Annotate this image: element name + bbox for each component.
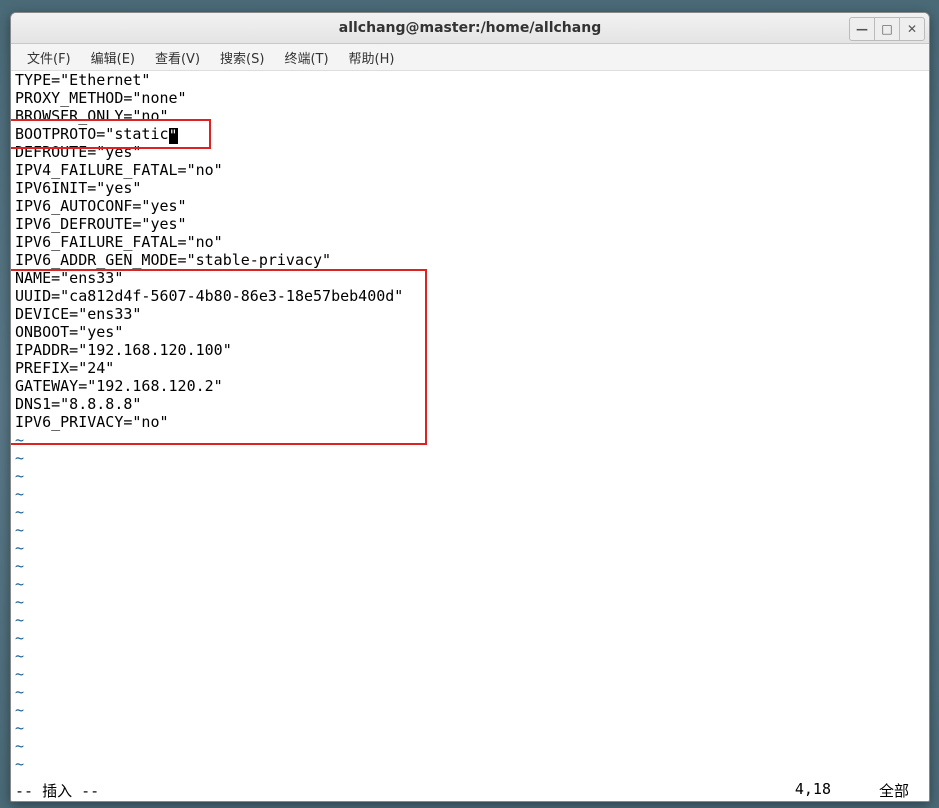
editor-line: TYPE="Ethernet" [15,71,925,89]
menu-label: 终端(T) [284,52,328,67]
editor-line: UUID="ca812d4f-5607-4b80-86e3-18e57beb40… [15,287,925,305]
vim-tilde-line: ~ [15,683,925,701]
close-button[interactable]: ✕ [899,17,925,41]
menu-search[interactable]: 搜索(S) [210,46,274,69]
editor-line: NAME="ens33" [15,269,925,287]
editor-line: PROXY_METHOD="none" [15,89,925,107]
editor-line: IPADDR="192.168.120.100" [15,341,925,359]
menu-label: 文件(F) [27,52,71,67]
editor-line: DNS1="8.8.8.8" [15,395,925,413]
editor-line: IPV6_ADDR_GEN_MODE="stable-privacy" [15,251,925,269]
vim-tilde-line: ~ [15,557,925,575]
menu-terminal[interactable]: 终端(T) [274,46,338,69]
editor-line: PREFIX="24" [15,359,925,377]
minimize-icon: — [856,22,868,36]
vim-tilde-line: ~ [15,431,925,449]
editor-line: IPV6_DEFROUTE="yes" [15,215,925,233]
vim-tilde-line: ~ [15,449,925,467]
vim-tilde-line: ~ [15,593,925,611]
menu-file[interactable]: 文件(F) [17,46,81,69]
vim-scroll-indicator: 全部 [879,780,909,801]
editor-line: GATEWAY="192.168.120.2" [15,377,925,395]
menu-label: 帮助(H) [349,52,395,67]
titlebar[interactable]: allchang@master:/home/allchang — □ ✕ [11,13,929,44]
vim-tilde-line: ~ [15,701,925,719]
vim-tilde-line: ~ [15,467,925,485]
menu-help[interactable]: 帮助(H) [339,46,405,69]
editor-line: IPV4_FAILURE_FATAL="no" [15,161,925,179]
vim-tilde-line: ~ [15,575,925,593]
vim-tilde-line: ~ [15,647,925,665]
vim-tilde-line: ~ [15,737,925,755]
vim-mode: -- 插入 -- [15,780,99,801]
close-icon: ✕ [907,22,917,36]
terminal-window: allchang@master:/home/allchang — □ ✕ 文件(… [10,12,930,802]
menu-label: 搜索(S) [220,52,264,67]
vim-tilde-line: ~ [15,485,925,503]
editor-line: BROWSER_ONLY="no" [15,107,925,125]
vim-tilde-line: ~ [15,665,925,683]
vim-tilde-line: ~ [15,755,925,773]
terminal-content[interactable]: TYPE="Ethernet"PROXY_METHOD="none"BROWSE… [11,71,929,781]
vim-tilde-line: ~ [15,629,925,647]
vim-tilde-line: ~ [15,503,925,521]
text-cursor: " [169,128,178,144]
editor-line: DEFROUTE="yes" [15,143,925,161]
menubar: 文件(F) 编辑(E) 查看(V) 搜索(S) 终端(T) 帮助(H) [11,44,929,71]
vim-tilde-line: ~ [15,539,925,557]
minimize-button[interactable]: — [849,17,875,41]
maximize-icon: □ [881,22,892,36]
window-controls: — □ ✕ [850,17,925,41]
editor-line: IPV6_PRIVACY="no" [15,413,925,431]
editor-line: IPV6_AUTOCONF="yes" [15,197,925,215]
menu-label: 编辑(E) [91,52,135,67]
maximize-button[interactable]: □ [874,17,900,41]
editor-line: BOOTPROTO="static" [15,125,925,143]
menu-view[interactable]: 查看(V) [145,46,210,69]
editor-line: DEVICE="ens33" [15,305,925,323]
vim-tilde-line: ~ [15,521,925,539]
vim-status-bar: -- 插入 -- 4,18 全部 [11,781,929,801]
editor-line: IPV6INIT="yes" [15,179,925,197]
vim-tilde-line: ~ [15,719,925,737]
window-title: allchang@master:/home/allchang [11,20,929,36]
vim-cursor-position: 4,18 [795,780,831,801]
editor-line: ONBOOT="yes" [15,323,925,341]
vim-tilde-line: ~ [15,611,925,629]
menu-edit[interactable]: 编辑(E) [81,46,145,69]
editor-line: IPV6_FAILURE_FATAL="no" [15,233,925,251]
menu-label: 查看(V) [155,52,200,67]
